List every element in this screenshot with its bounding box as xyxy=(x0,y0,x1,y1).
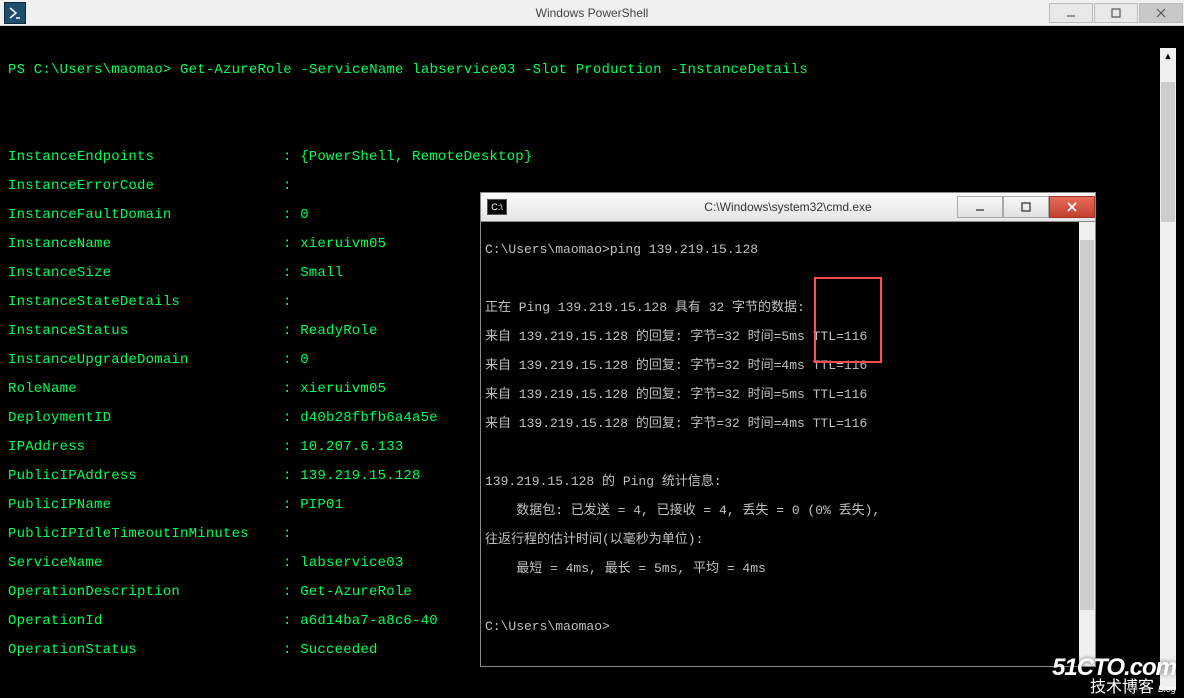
cmd-titlebar[interactable]: C:\ C:\Windows\system32\cmd.exe xyxy=(480,192,1096,222)
minimize-button[interactable] xyxy=(1049,3,1093,23)
cmd-window: C:\ C:\Windows\system32\cmd.exe C:\Users… xyxy=(480,192,1096,667)
powershell-icon xyxy=(4,2,26,24)
cmd-scrollbar[interactable] xyxy=(1079,222,1095,666)
ps-command-line: PS C:\Users\maomao> Get-AzureRole -Servi… xyxy=(8,63,1176,78)
cmd-title: C:\Windows\system32\cmd.exe xyxy=(704,200,871,214)
cmd-console[interactable]: C:\Users\maomao>ping 139.219.15.128 正在 P… xyxy=(480,222,1096,667)
cmd-close-button[interactable] xyxy=(1049,196,1095,218)
cmd-window-controls xyxy=(957,196,1095,218)
maximize-button[interactable] xyxy=(1094,3,1138,23)
cmd-output: C:\Users\maomao>ping 139.219.15.128 正在 P… xyxy=(485,228,1093,663)
cmd-scroll-thumb[interactable] xyxy=(1080,240,1094,610)
watermark: 51CTO.com 技术博客Blog xyxy=(1052,656,1176,696)
cmd-icon: C:\ xyxy=(487,199,507,215)
scroll-up-arrow[interactable]: ▴ xyxy=(1160,48,1176,64)
powershell-title: Windows PowerShell xyxy=(536,6,649,20)
cmd-minimize-button[interactable] xyxy=(957,196,1003,218)
close-button[interactable] xyxy=(1139,3,1183,23)
powershell-titlebar[interactable]: Windows PowerShell xyxy=(0,0,1184,26)
powershell-scrollbar[interactable]: ▴ xyxy=(1160,48,1176,690)
scroll-thumb[interactable] xyxy=(1161,82,1175,222)
cmd-maximize-button[interactable] xyxy=(1003,196,1049,218)
powershell-window-controls xyxy=(1049,3,1184,23)
